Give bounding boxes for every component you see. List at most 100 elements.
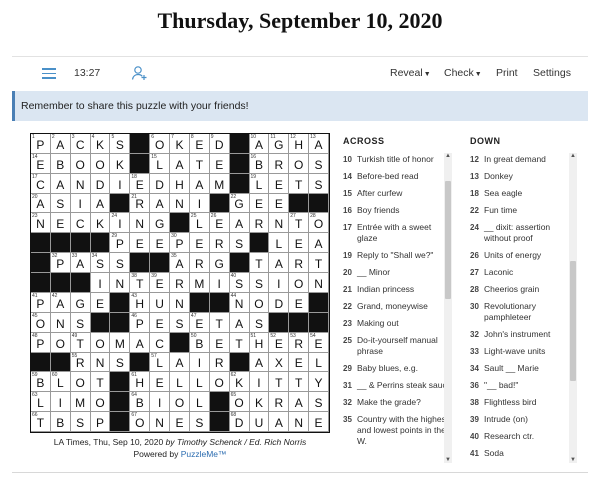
down-clue[interactable]: 26 Units of energy: [470, 250, 578, 261]
grid-cell[interactable]: A: [170, 352, 190, 373]
grid-cell[interactable]: 47 E: [189, 312, 210, 333]
grid-cell[interactable]: O: [70, 153, 91, 174]
down-scrollbar[interactable]: ▲ ▼: [569, 153, 577, 463]
grid-cell[interactable]: C: [150, 332, 171, 353]
scroll-down-icon[interactable]: ▼: [444, 457, 452, 463]
hamburger-icon[interactable]: [42, 68, 56, 79]
down-clue[interactable]: 30 Revolutionary pamphleteer: [470, 301, 578, 323]
grid-cell[interactable]: R: [209, 352, 230, 373]
grid-cell[interactable]: 44 N: [229, 292, 250, 313]
grid-cell[interactable]: N: [289, 412, 310, 432]
grid-cell[interactable]: 64 B: [130, 392, 151, 413]
grid-cell[interactable]: E: [189, 233, 210, 254]
grid-cell[interactable]: 5S: [110, 134, 131, 154]
grid-cell[interactable]: 26 E: [209, 213, 230, 234]
grid-cell[interactable]: 49 T: [70, 332, 91, 353]
grid-cell[interactable]: 50 B: [189, 332, 210, 353]
grid-cell[interactable]: A: [150, 193, 171, 214]
grid-cell[interactable]: 14 E: [31, 153, 51, 174]
grid-cell[interactable]: S: [309, 173, 329, 194]
grid-cell[interactable]: E: [209, 153, 230, 174]
grid-cell[interactable]: T: [209, 312, 230, 333]
grid-cell[interactable]: S: [309, 392, 329, 413]
down-clue[interactable]: 22 Fun time: [470, 205, 578, 216]
across-clue[interactable]: 15 After curfew: [343, 188, 453, 199]
grid-cell[interactable]: R: [269, 392, 290, 413]
grid-cell[interactable]: I: [269, 273, 290, 293]
grid-cell[interactable]: U: [249, 412, 270, 432]
grid-cell[interactable]: A: [130, 332, 151, 353]
grid-cell[interactable]: E: [50, 213, 71, 234]
grid-cell[interactable]: 68 D: [229, 412, 250, 432]
across-clue[interactable]: 22 Grand, moneywise: [343, 301, 453, 312]
grid-cell[interactable]: 24 I: [110, 213, 131, 234]
grid-cell[interactable]: T: [189, 153, 210, 174]
grid-cell[interactable]: X: [269, 352, 290, 373]
grid-cell[interactable]: 11 G: [269, 134, 290, 154]
grid-cell[interactable]: Y: [309, 372, 329, 393]
grid-cell[interactable]: L: [189, 372, 210, 393]
down-clue[interactable]: 38 Flightless bird: [470, 397, 578, 408]
grid-cell[interactable]: L: [170, 372, 190, 393]
grid-cell[interactable]: E: [130, 233, 151, 254]
grid-cell[interactable]: S: [249, 312, 270, 333]
grid-cell[interactable]: 8E: [189, 134, 210, 154]
grid-cell[interactable]: 33 A: [70, 253, 91, 274]
grid-cell[interactable]: 20 A: [31, 193, 51, 214]
down-clue[interactable]: 18 Sea eagle: [470, 188, 578, 199]
grid-cell[interactable]: 30 P: [170, 233, 190, 254]
grid-cell[interactable]: N: [170, 193, 190, 214]
grid-cell[interactable]: 52 E: [269, 332, 290, 353]
grid-cell[interactable]: N: [150, 412, 171, 432]
grid-cell[interactable]: 41 P: [31, 292, 51, 313]
across-clue[interactable]: 17 Entrée with a sweet glaze: [343, 222, 453, 244]
grid-cell[interactable]: L: [309, 352, 329, 373]
grid-cell[interactable]: O: [50, 332, 71, 353]
grid-cell[interactable]: R: [189, 253, 210, 274]
grid-cell[interactable]: M: [110, 332, 131, 353]
down-clue[interactable]: 12 In great demand: [470, 154, 578, 165]
grid-cell[interactable]: 55 R: [70, 352, 91, 373]
reveal-menu[interactable]: Reveal▼: [390, 67, 431, 79]
grid-cell[interactable]: 54 E: [309, 332, 329, 353]
grid-cell[interactable]: A: [189, 173, 210, 194]
across-clue[interactable]: 20 __ Minor: [343, 267, 453, 278]
grid-cell[interactable]: 16 B: [249, 153, 270, 174]
grid-cell[interactable]: 27 T: [289, 213, 310, 234]
grid-cell[interactable]: 6O: [150, 134, 171, 154]
grid-cell[interactable]: I: [189, 352, 210, 373]
grid-cell[interactable]: L: [269, 233, 290, 254]
grid-cell[interactable]: O: [90, 392, 111, 413]
grid-cell[interactable]: L: [189, 392, 210, 413]
grid-cell[interactable]: N: [50, 312, 71, 333]
grid-cell[interactable]: 39 E: [150, 273, 171, 293]
grid-cell[interactable]: T: [309, 253, 329, 274]
grid-cell[interactable]: A: [309, 233, 329, 254]
across-clue[interactable]: 16 Boy friends: [343, 205, 453, 216]
grid-cell[interactable]: 46 P: [130, 312, 151, 333]
check-menu[interactable]: Check▼: [444, 67, 482, 79]
down-clue[interactable]: 36 "__ bad!": [470, 380, 578, 391]
across-clue[interactable]: 10 Turkish title of honor: [343, 154, 453, 165]
grid-cell[interactable]: R: [289, 253, 310, 274]
grid-cell[interactable]: N: [130, 213, 151, 234]
grid-cell[interactable]: R: [249, 213, 270, 234]
grid-cell[interactable]: O: [70, 372, 91, 393]
grid-cell[interactable]: E: [150, 233, 171, 254]
grid-cell[interactable]: 43 H: [130, 292, 151, 313]
print-button[interactable]: Print: [496, 67, 518, 79]
grid-cell[interactable]: 18 E: [130, 173, 151, 194]
down-clue[interactable]: 33 Light-wave units: [470, 346, 578, 357]
grid-cell[interactable]: 7K: [170, 134, 190, 154]
grid-cell[interactable]: T: [229, 332, 250, 353]
grid-cell[interactable]: 40 S: [229, 273, 250, 293]
grid-cell[interactable]: S: [70, 412, 91, 432]
down-clue[interactable]: 41 Soda: [470, 448, 578, 459]
grid-cell[interactable]: U: [150, 292, 171, 313]
grid-cell[interactable]: M: [209, 173, 230, 194]
grid-cell[interactable]: 15 L: [150, 153, 171, 174]
grid-cell[interactable]: I: [249, 372, 270, 393]
grid-cell[interactable]: 53 R: [289, 332, 310, 353]
grid-cell[interactable]: S: [249, 273, 270, 293]
grid-cell[interactable]: 38 T: [130, 273, 151, 293]
